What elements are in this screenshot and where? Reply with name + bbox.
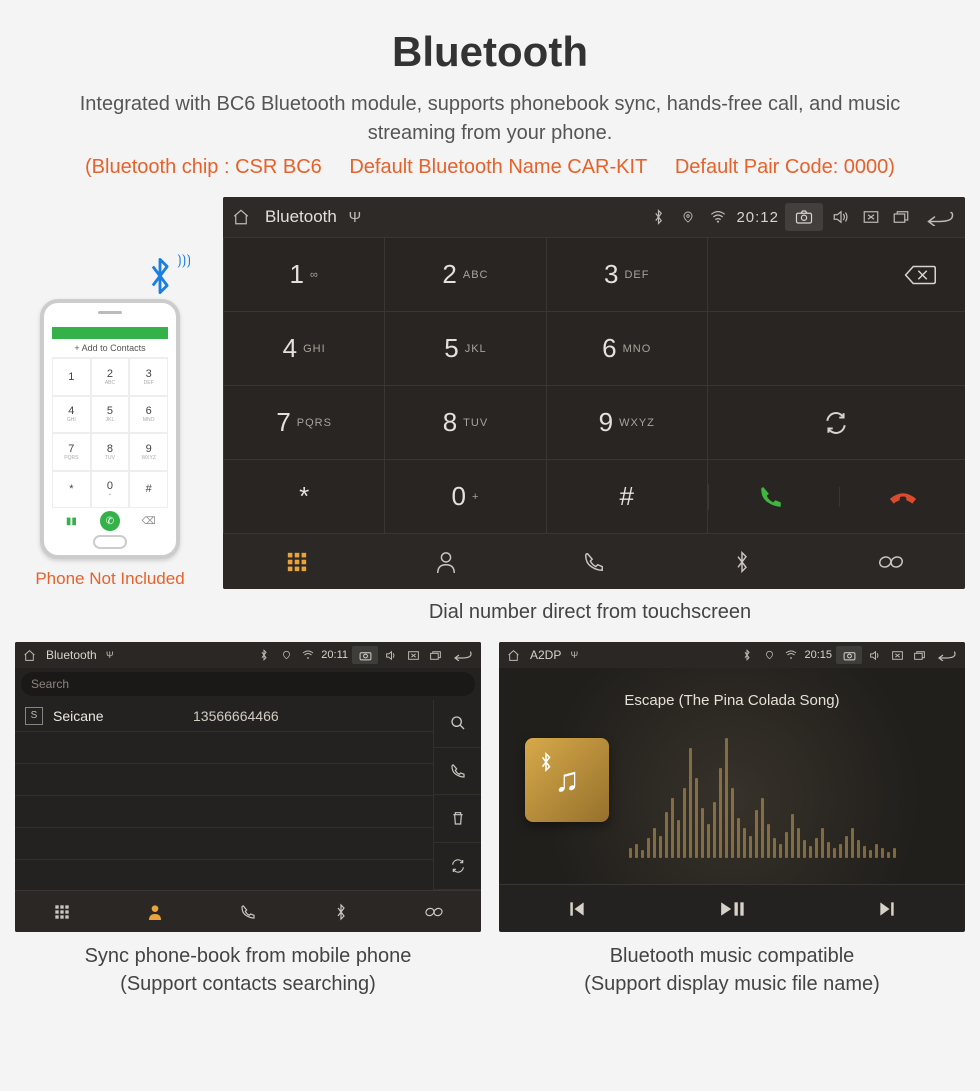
search-input[interactable]: Search (21, 672, 475, 696)
wifi-icon (706, 210, 730, 224)
bluetooth-specs: (Bluetooth chip : CSR BC6 Default Blueto… (15, 156, 965, 179)
dial-key-3[interactable]: 3DEF (546, 237, 707, 311)
back-icon[interactable] (932, 649, 960, 661)
bluetooth-status-icon (646, 209, 670, 225)
music-screen: A2DP Ψ 20:15 Escape (The Pina Colada Son… (499, 642, 965, 932)
volume-icon[interactable] (866, 650, 884, 661)
equalizer-graphic (629, 728, 945, 858)
clock: 20:12 (736, 209, 779, 226)
hangup-button[interactable] (839, 487, 965, 507)
tab-pair[interactable] (817, 534, 965, 589)
dial-key-8[interactable]: 8TUV (384, 385, 545, 459)
wifi-icon (782, 650, 800, 660)
clock: 20:11 (321, 649, 348, 661)
location-icon (760, 649, 778, 661)
tab-dialpad[interactable] (15, 891, 108, 932)
status-bar-title: Bluetooth (265, 207, 337, 227)
phone-not-included-label: Phone Not Included (15, 569, 205, 589)
status-bar: Bluetooth Ψ 20:11 (15, 642, 481, 668)
music-caption: Bluetooth music compatible(Support displ… (499, 942, 965, 998)
search-icon[interactable] (433, 700, 481, 748)
volume-icon[interactable] (829, 209, 853, 225)
status-bar: A2DP Ψ 20:15 (499, 642, 965, 668)
bluetooth-icon (539, 752, 553, 772)
usb-icon: Ψ (565, 650, 583, 660)
dial-key-#[interactable]: # (546, 459, 707, 533)
home-icon[interactable] (229, 208, 253, 226)
page-subtitle: Integrated with BC6 Bluetooth module, su… (15, 90, 965, 148)
screenshot-icon[interactable] (785, 203, 823, 231)
bluetooth-status-icon (738, 649, 756, 661)
dial-key-7[interactable]: 7PQRS (223, 385, 384, 459)
tab-recents[interactable] (520, 534, 668, 589)
recent-apps-icon[interactable] (426, 650, 444, 661)
wifi-icon (299, 650, 317, 660)
dial-key-1[interactable]: 1∞ (223, 237, 384, 311)
dialer-caption: Dial number direct from touchscreen (15, 601, 965, 624)
close-app-icon[interactable] (888, 650, 906, 661)
contact-row[interactable]: SSeicane13566664466 (15, 700, 433, 732)
back-icon[interactable] (919, 208, 959, 226)
usb-icon: Ψ (343, 209, 367, 226)
location-icon (676, 209, 700, 225)
close-app-icon[interactable] (404, 650, 422, 661)
album-art: ♫ (525, 738, 609, 822)
tab-pair[interactable] (388, 891, 481, 932)
tab-contacts[interactable] (108, 891, 201, 932)
contacts-caption: Sync phone-book from mobile phone(Suppor… (15, 942, 481, 998)
sync-icon[interactable] (433, 843, 481, 891)
tab-recents[interactable] (201, 891, 294, 932)
next-track-button[interactable] (810, 885, 965, 932)
page-title: Bluetooth (15, 28, 965, 76)
bluetooth-signal-icon: ⟯⟯⟯ (145, 257, 175, 295)
home-icon[interactable] (20, 649, 38, 662)
home-icon[interactable] (504, 649, 522, 662)
status-bar: Bluetooth Ψ 20:12 (223, 197, 965, 237)
phone-mockup: + Add to Contacts 12ABC3DEF4GHI5JKL6MNO7… (40, 299, 180, 559)
usb-icon: Ψ (101, 650, 119, 660)
play-pause-button[interactable] (654, 885, 809, 932)
recent-apps-icon[interactable] (889, 209, 913, 225)
dial-key-2[interactable]: 2ABC (384, 237, 545, 311)
song-title: Escape (The Pina Colada Song) (624, 692, 839, 709)
dialer-screen: Bluetooth Ψ 20:12 1∞2ABC3DEF 4GHI5JKL6MNO… (223, 197, 965, 589)
answer-button[interactable] (708, 484, 834, 510)
recent-apps-icon[interactable] (910, 650, 928, 661)
call-icon[interactable] (433, 748, 481, 796)
screenshot-icon[interactable] (352, 646, 378, 664)
close-app-icon[interactable] (859, 209, 883, 225)
tab-dialpad[interactable] (223, 534, 371, 589)
bluetooth-status-icon (255, 649, 273, 661)
back-icon[interactable] (448, 649, 476, 661)
tab-bluetooth[interactable] (668, 534, 816, 589)
dial-key-6[interactable]: 6MNO (546, 311, 707, 385)
backspace-button[interactable] (707, 237, 965, 311)
dial-key-5[interactable]: 5JKL (384, 311, 545, 385)
delete-icon[interactable] (433, 795, 481, 843)
location-icon (277, 649, 295, 661)
tab-bluetooth[interactable] (295, 891, 388, 932)
dial-key-*[interactable]: * (223, 459, 384, 533)
tab-contacts[interactable] (371, 534, 519, 589)
dial-key-0[interactable]: 0+ (384, 459, 545, 533)
clock: 20:15 (804, 649, 832, 661)
music-note-icon: ♫ (554, 761, 580, 800)
bottom-tabs (223, 533, 965, 589)
prev-track-button[interactable] (499, 885, 654, 932)
screenshot-icon[interactable] (836, 646, 862, 664)
redial-button[interactable] (707, 385, 965, 459)
dial-key-9[interactable]: 9WXYZ (546, 385, 707, 459)
contacts-screen: Bluetooth Ψ 20:11 Search SSeicane1356666… (15, 642, 481, 932)
volume-icon[interactable] (382, 650, 400, 661)
dial-key-4[interactable]: 4GHI (223, 311, 384, 385)
